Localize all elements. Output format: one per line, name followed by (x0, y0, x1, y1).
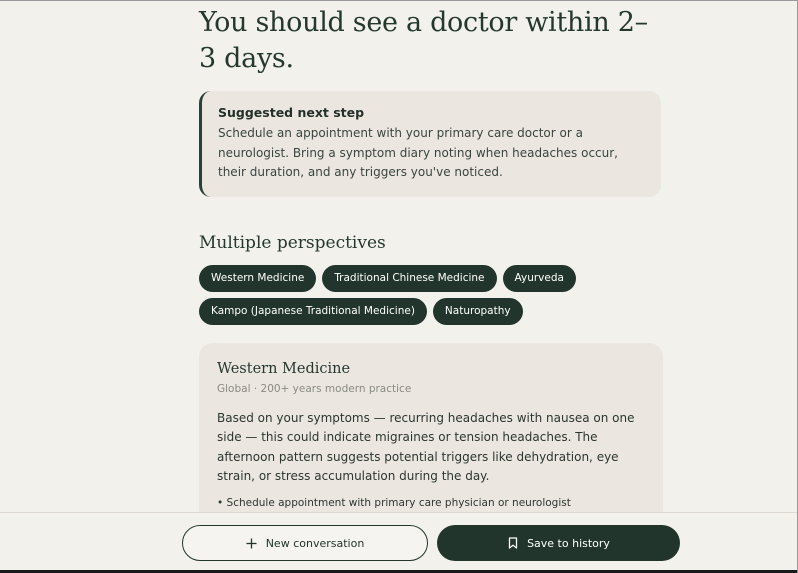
new-conversation-label: New conversation (265, 536, 365, 550)
chip-naturopathy[interactable]: Naturopathy (432, 297, 523, 325)
chip-kampo[interactable]: Kampo (Japanese Traditional Medicine) (199, 297, 427, 325)
page-headline: You should see a doctor within 2–3 days. (199, 7, 648, 74)
main-content: You should see a doctor within 2–3 days.… (199, 1, 663, 529)
card-bullet: • Schedule appointment with primary care… (217, 496, 571, 509)
action-bar: New conversation Save to history (0, 512, 797, 573)
card-body: Based on your symptoms — recurring heada… (217, 410, 635, 484)
card-subtitle: Global · 200+ years modern practice (217, 382, 412, 395)
save-to-history-button[interactable]: Save to history (437, 525, 680, 561)
next-step-title: Suggested next step (218, 105, 365, 120)
save-to-history-label: Save to history (527, 536, 610, 550)
next-step-body: Schedule an appointment with your primar… (218, 126, 618, 179)
perspective-chips: Western Medicine Traditional Chinese Med… (199, 264, 663, 325)
bookmark-icon (507, 537, 519, 549)
new-conversation-button[interactable]: New conversation (182, 525, 428, 561)
plus-icon (246, 537, 258, 549)
app-frame: You should see a doctor within 2–3 days.… (0, 0, 798, 573)
next-step-callout: Suggested next step Schedule an appointm… (199, 91, 661, 197)
card-title: Western Medicine (217, 360, 351, 377)
perspectives-title: Multiple perspectives (199, 232, 386, 253)
chip-traditional-chinese-medicine[interactable]: Traditional Chinese Medicine (322, 264, 497, 292)
perspective-card: Western Medicine Global · 200+ years mod… (199, 342, 663, 529)
chip-western-medicine[interactable]: Western Medicine (199, 264, 317, 292)
chip-ayurveda[interactable]: Ayurveda (502, 264, 576, 292)
